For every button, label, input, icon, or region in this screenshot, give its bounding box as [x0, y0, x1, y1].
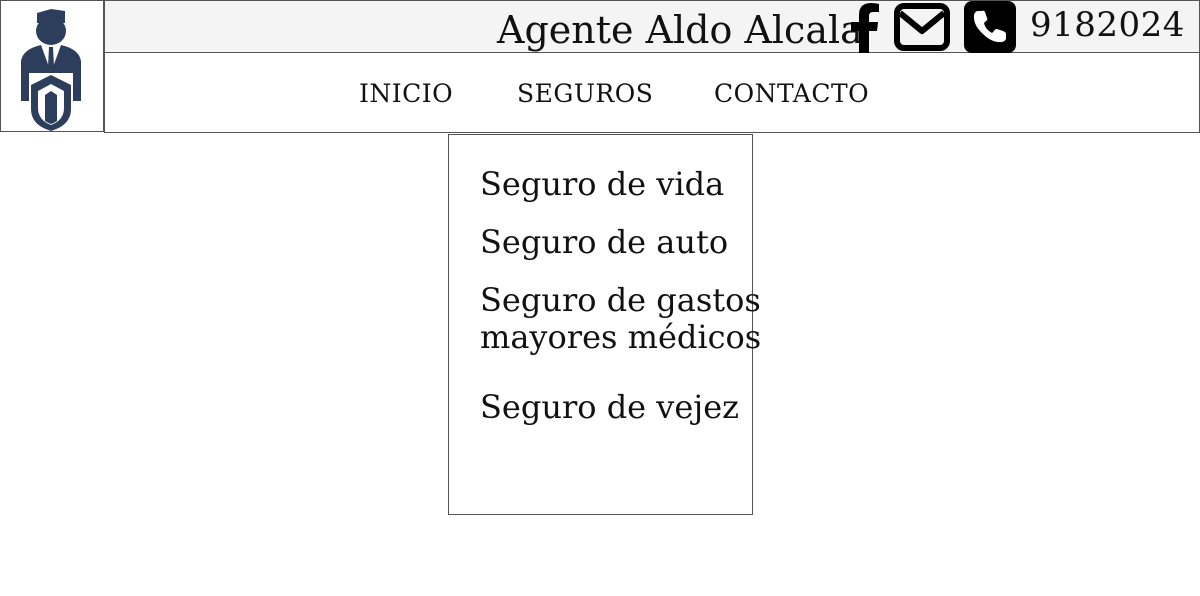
- phone-number[interactable]: 9182024: [1030, 5, 1185, 45]
- envelope-icon[interactable]: [894, 1, 950, 53]
- dropdown-item-seguro-auto[interactable]: Seguro de auto: [480, 224, 728, 261]
- logo[interactable]: [0, 0, 104, 132]
- phone-icon[interactable]: [963, 1, 1017, 53]
- main-nav: INICIO SEGUROS CONTACTO: [104, 53, 1200, 133]
- nav-item-inicio[interactable]: INICIO: [359, 79, 453, 109]
- nav-item-contacto[interactable]: CONTACTO: [714, 79, 869, 109]
- seguros-dropdown: Seguro de vida Seguro de auto Seguro de …: [448, 134, 761, 515]
- agent-name: Agente Aldo Alcala: [497, 8, 863, 52]
- facebook-icon[interactable]: [847, 3, 881, 53]
- dropdown-item-seguro-gastos-line2[interactable]: mayores médicos: [480, 319, 761, 356]
- dropdown-item-seguro-vida[interactable]: Seguro de vida: [480, 166, 724, 203]
- nav-item-seguros[interactable]: SEGUROS: [517, 79, 653, 109]
- agent-logo-icon: [21, 9, 81, 131]
- dropdown-item-seguro-vejez[interactable]: Seguro de vejez: [480, 389, 739, 426]
- dropdown-item-seguro-gastos-line1[interactable]: Seguro de gastos: [480, 282, 761, 319]
- header-bar: Agente Aldo Alcala 9182024: [104, 0, 1200, 53]
